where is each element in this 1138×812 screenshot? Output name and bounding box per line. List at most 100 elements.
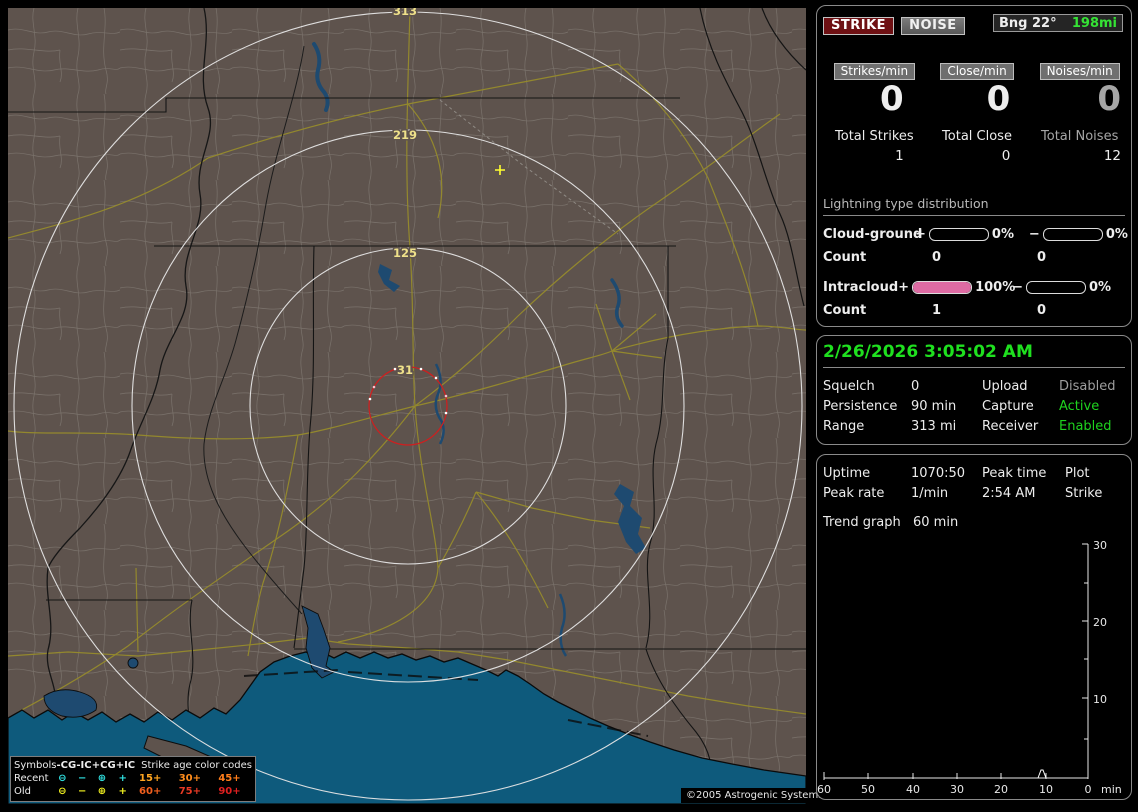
age-code-60: 60+	[139, 786, 162, 797]
close-per-min-chip: Close/min	[940, 63, 1014, 80]
trend-graph-label: Trend graph	[823, 514, 901, 530]
range-value: 313 mi	[911, 418, 957, 434]
cloud-ground-label: Cloud-ground	[823, 226, 923, 242]
ic-positive-bar	[912, 280, 973, 294]
mode-button-row: STRIKE NOISE Bng 22° 198mi	[821, 14, 1127, 35]
receiver-status: Enabled	[1059, 418, 1112, 434]
age-code-90: 90+	[218, 786, 241, 797]
squelch-label: Squelch	[823, 378, 875, 394]
total-strikes-value: 1	[895, 148, 904, 164]
bearing-label: Bng 22°	[999, 15, 1057, 31]
ring-label-219: 219	[393, 128, 417, 142]
status-row-squelch: Squelch 0 Upload Disabled	[823, 376, 1131, 396]
ic-positive-pct: 100%	[975, 279, 1016, 295]
peak-time-value: 2:54 AM	[982, 485, 1036, 501]
noises-column: Noises/min 0 Total Noises 12	[1028, 60, 1131, 164]
plot-value: Strike	[1065, 485, 1103, 501]
uptime-row: Uptime 1070:50 Peak time Plot	[823, 463, 1131, 483]
capture-status: Active	[1059, 398, 1100, 414]
strikes-per-min-value: 0	[880, 79, 904, 119]
legend-col-neg-ic: -IC	[76, 760, 92, 771]
capture-label: Capture	[982, 398, 1034, 414]
trend-spike	[1037, 769, 1047, 779]
old-pos-ic-icon: +	[118, 786, 127, 797]
counters-panel: STRIKE NOISE Bng 22° 198mi Strikes/min 0…	[816, 5, 1132, 327]
intracloud-row: Intracloud + 100% − 0%	[823, 278, 1125, 296]
cg-minus-sign: −	[1028, 226, 1040, 242]
ic-negative-bar	[1025, 280, 1086, 294]
cloud-ground-row: Cloud-ground + 0% − 0%	[823, 225, 1128, 243]
legend-col-neg-cg: -CG	[56, 760, 77, 771]
ring-label-125: 125	[393, 246, 417, 260]
legend-recent-row: Recent ⊖ − ⊕ + 15+ 30+ 45+	[14, 772, 252, 785]
ring-label-313: 313	[393, 8, 417, 18]
ic-positive-count: 1	[932, 303, 942, 318]
distribution-title: Lightning type distribution	[823, 196, 1125, 216]
old-neg-cg-icon: ⊖	[58, 786, 67, 797]
peak-rate-row: Peak rate 1/min 2:54 AM Strike	[823, 483, 1131, 503]
peak-time-label: Peak time	[982, 465, 1047, 481]
ic-minus-sign: −	[1012, 279, 1023, 295]
status-row-persistence: Persistence 90 min Capture Active	[823, 396, 1131, 416]
recent-pos-ic-icon: +	[118, 773, 127, 784]
old-neg-ic-icon: −	[77, 786, 87, 797]
trend-graph: 30 20 10 60 50 40 30 20 10 0 min	[817, 539, 1122, 796]
squelch-value: 0	[911, 378, 920, 394]
trend-graph-row: Trend graph 60 min	[823, 512, 1131, 532]
xtick-60: 60	[817, 783, 831, 796]
cg-positive-bar	[928, 227, 989, 241]
legend-age-header: Strike age color codes	[141, 760, 252, 771]
map-legend: Symbols -CG -IC +CG +IC Strike age color…	[10, 756, 256, 802]
ic-negative-count: 0	[1037, 303, 1047, 318]
xtick-0: 0	[1085, 783, 1092, 796]
close-per-min-value: 0	[986, 79, 1011, 119]
strikes-column: Strikes/min 0 Total Strikes 1	[823, 60, 926, 164]
cg-negative-pct: 0%	[1105, 226, 1128, 242]
legend-old-row: Old ⊖ − ⊕ + 60+ 75+ 90+	[14, 785, 252, 798]
map-canvas: 313 219 125 31	[8, 8, 806, 804]
uptime-value: 1070:50	[911, 465, 966, 481]
ic-count-label: Count	[823, 303, 867, 318]
noises-per-min-chip: Noises/min	[1039, 63, 1120, 80]
strike-mode-button[interactable]: STRIKE	[823, 17, 895, 35]
cloud-ground-count-row: Count 0 0	[823, 250, 1125, 266]
status-row-range: Range 313 mi Receiver Enabled	[823, 416, 1131, 436]
ytick-30: 30	[1093, 539, 1107, 552]
recent-pos-cg-icon: ⊕	[97, 773, 107, 784]
legend-recent-label: Recent	[14, 773, 49, 784]
cg-count-label: Count	[823, 250, 867, 265]
ytick-10: 10	[1093, 693, 1107, 706]
legend-col-pos-ic: +IC	[115, 760, 136, 771]
legend-col-pos-cg: +CG	[91, 760, 116, 771]
plot-label: Plot	[1065, 465, 1090, 481]
total-noises-label: Total Noises	[1041, 129, 1119, 144]
cg-negative-bar	[1042, 227, 1103, 241]
close-column: Close/min 0 Total Close 0	[926, 60, 1029, 164]
status-panel: 2/26/2026 3:05:02 AM Squelch 0 Upload Di…	[816, 335, 1132, 445]
copyright-label: ©2005 Astrogenic Systems	[681, 788, 829, 803]
noise-mode-button[interactable]: NOISE	[901, 17, 965, 35]
peak-rate-value: 1/min	[911, 485, 949, 501]
bearing-readout: Bng 22° 198mi	[993, 14, 1123, 32]
total-strikes-label: Total Strikes	[835, 129, 914, 144]
ic-negative-pct: 0%	[1088, 279, 1112, 295]
datetime-display: 2/26/2026 3:05:02 AM	[823, 342, 1125, 368]
legend-symbols-header: Symbols	[14, 760, 57, 771]
persistence-value: 90 min	[911, 398, 957, 414]
range-label: Range	[823, 418, 865, 434]
noises-per-min-value: 0	[1097, 79, 1122, 119]
lightning-map[interactable]: 313 219 125 31 Symbols -CG -IC +CG +IC S…	[8, 8, 829, 804]
bearing-range-value: 198mi	[1071, 15, 1117, 31]
counter-columns: Strikes/min 0 Total Strikes 1 Close/min …	[823, 60, 1131, 164]
legend-header-row: Symbols -CG -IC +CG +IC Strike age color…	[14, 759, 252, 772]
persistence-label: Persistence	[823, 398, 898, 414]
ytick-20: 20	[1093, 616, 1107, 629]
cg-positive-pct: 0%	[991, 226, 1014, 242]
xtick-40: 40	[906, 783, 920, 796]
intracloud-label: Intracloud	[823, 279, 899, 295]
trend-axes	[823, 543, 1089, 780]
strikes-per-min-chip: Strikes/min	[833, 63, 916, 80]
peak-rate-label: Peak rate	[823, 485, 885, 501]
trend-panel: Uptime 1070:50 Peak time Plot Peak rate …	[816, 454, 1132, 800]
xtick-20: 20	[994, 783, 1008, 796]
